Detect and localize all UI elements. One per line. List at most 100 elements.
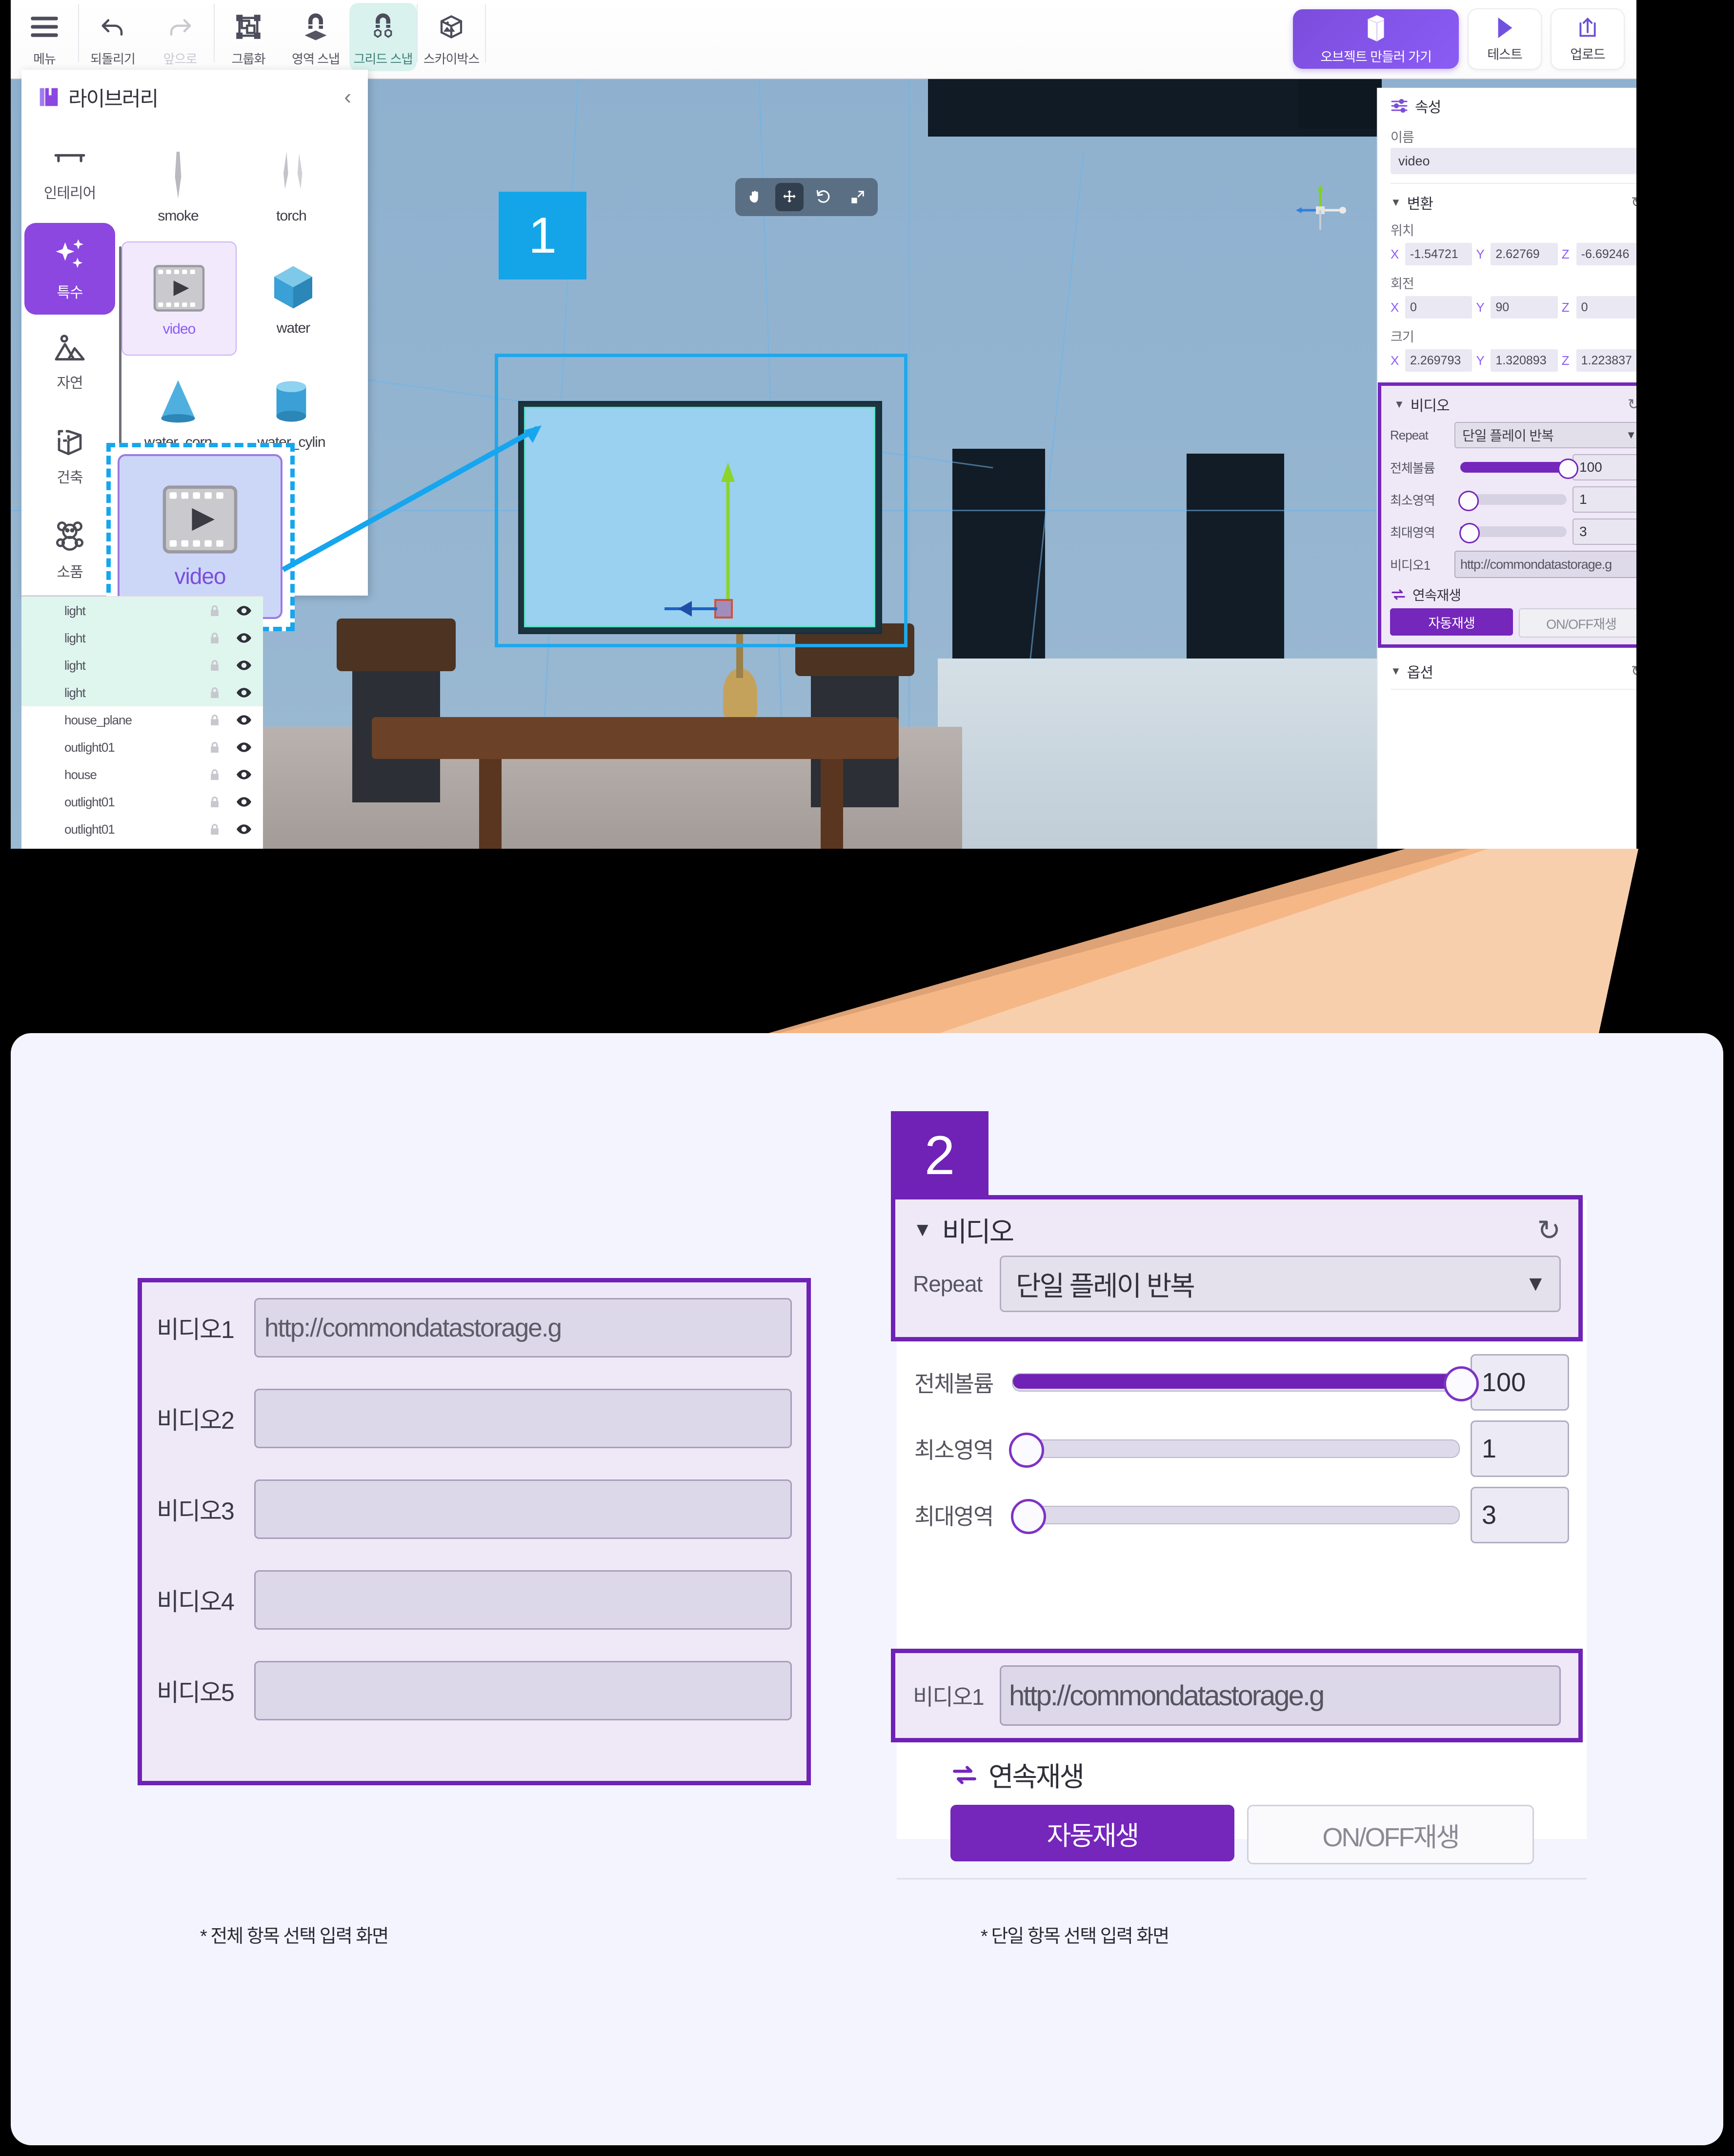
table-row[interactable]: outlight01 <box>21 788 263 816</box>
autoplay-button[interactable]: 자동재생 <box>1390 608 1513 636</box>
max-area-slider[interactable] <box>1459 523 1567 543</box>
video5-input[interactable] <box>254 1661 792 1720</box>
top-toolbar[interactable]: 메뉴 되돌리기 앞으로 그룹화 영역 스냅 그리드 스냅 스카이박스 오브젝트 … <box>11 0 1636 79</box>
layer-toggles[interactable] <box>209 604 251 617</box>
min-area-slider-knob[interactable] <box>1458 491 1479 511</box>
redo-button[interactable]: 앞으로 <box>146 3 214 71</box>
rotation-z-input[interactable]: 0 <box>1576 296 1636 319</box>
max-area-input[interactable]: 3 <box>1471 1487 1569 1543</box>
library-categories[interactable]: 인테리어 특수 자연 건축 소품 <box>21 124 119 596</box>
lock-icon[interactable] <box>209 768 220 781</box>
properties-panel[interactable]: 속성 › 이름 video ▼ 변환 ↻ 위치 X -1.54721 Y 2.627… <box>1377 88 1636 849</box>
rotation-x-input[interactable]: 0 <box>1405 296 1472 319</box>
grid-snap-button[interactable]: 그리드 스냅 <box>349 3 417 71</box>
scale-z-input[interactable]: 1.223837 <box>1576 349 1636 372</box>
eye-icon[interactable] <box>237 633 251 643</box>
table-row[interactable]: light <box>21 624 263 652</box>
min-area-input[interactable]: 1 <box>1573 486 1636 513</box>
undo-button[interactable]: 되돌리기 <box>79 3 146 71</box>
eye-icon[interactable] <box>237 797 251 807</box>
rotate-icon[interactable] <box>809 183 838 211</box>
position-y-input[interactable]: 2.62769 <box>1491 243 1558 265</box>
scale-y-input[interactable]: 1.320893 <box>1491 349 1558 372</box>
layer-toggles[interactable] <box>209 686 251 699</box>
max-area-input[interactable]: 3 <box>1573 519 1636 545</box>
sidebar-item-nature[interactable]: 자연 <box>24 317 115 408</box>
playback-buttons[interactable]: 자동재생 ON/OFF재생 <box>950 1805 1534 1864</box>
onoff-play-button[interactable]: ON/OFF재생 <box>1519 608 1636 638</box>
rotation-fields[interactable]: X0 Y 90 Z0 <box>1378 294 1636 323</box>
lock-icon[interactable] <box>209 796 220 808</box>
option-section-header[interactable]: ▼ 옵션 ↻ <box>1378 653 1636 686</box>
upload-button[interactable]: 업로드 <box>1551 8 1625 70</box>
volume-input[interactable]: 100 <box>1471 1354 1569 1411</box>
lock-icon[interactable] <box>209 604 220 617</box>
repeat-select[interactable]: 단일 플레이 반복 ▼ <box>1000 1256 1561 1312</box>
video3-input[interactable] <box>254 1479 792 1539</box>
eye-icon[interactable] <box>237 687 251 698</box>
sidebar-item-props[interactable]: 소품 <box>24 504 115 596</box>
max-area-slider-knob[interactable] <box>1459 523 1480 543</box>
layer-toggles[interactable] <box>209 659 251 672</box>
max-area-slider[interactable] <box>1011 1499 1460 1534</box>
refresh-icon[interactable]: ↻ <box>1631 663 1636 680</box>
min-area-slider[interactable] <box>1009 1433 1460 1468</box>
layer-toggles[interactable] <box>209 632 251 644</box>
table-row[interactable]: outlight01 <box>21 816 263 843</box>
table-row[interactable]: light <box>21 679 263 706</box>
sidebar-item-architecture[interactable]: 건축 <box>24 410 115 502</box>
viewport-gizmo-toolbar[interactable] <box>735 178 878 216</box>
lock-icon[interactable] <box>209 823 220 836</box>
video2-input[interactable] <box>254 1389 792 1448</box>
volume-slider[interactable] <box>1460 459 1578 479</box>
layer-toggles[interactable] <box>209 714 251 726</box>
all-items-panel[interactable]: 비디오1 http://commondatastorage.g 비디오2 비디오… <box>138 1278 811 1785</box>
area-snap-button[interactable]: 영역 스냅 <box>282 3 349 71</box>
refresh-icon[interactable]: ↻ <box>1631 194 1636 211</box>
autoplay-button[interactable]: 자동재생 <box>950 1805 1234 1861</box>
eye-icon[interactable] <box>237 605 251 616</box>
position-x-input[interactable]: -1.54721 <box>1405 243 1472 265</box>
skybox-button[interactable]: 스카이박스 <box>418 3 485 71</box>
video-section[interactable]: ▼ 비디오 ↻ Repeat 단일 플레이 반복 ▼ 전체볼륨 100 <box>1378 382 1636 648</box>
refresh-icon[interactable]: ↻ <box>1628 396 1636 413</box>
refresh-icon[interactable]: ↻ <box>1537 1214 1561 1247</box>
menu-button[interactable]: 메뉴 <box>11 3 78 71</box>
axis-orientation-widget[interactable] <box>1289 183 1352 237</box>
sidebar-item-interior[interactable]: 인테리어 <box>24 129 115 221</box>
volume-slider-knob[interactable] <box>1444 1366 1479 1401</box>
eye-icon[interactable] <box>237 742 251 753</box>
video-url-input[interactable]: http://commondatastorage.g <box>1454 551 1636 578</box>
eye-icon[interactable] <box>237 769 251 780</box>
transform-section-header[interactable]: ▼ 변환 ↻ <box>1378 184 1636 217</box>
eye-icon[interactable] <box>237 715 251 725</box>
sidebar-item-special[interactable]: 특수 <box>24 223 115 315</box>
group-button[interactable]: 그룹화 <box>215 3 282 71</box>
eye-icon[interactable] <box>237 660 251 671</box>
move-translate-icon[interactable] <box>775 183 804 211</box>
video-section-header[interactable]: ▼ 비디오 ↻ <box>895 1199 1578 1250</box>
min-area-input[interactable]: 1 <box>1471 1420 1569 1477</box>
video-section-header[interactable]: ▼ 비디오 ↻ <box>1381 386 1636 419</box>
position-fields[interactable]: X -1.54721 Y 2.62769 Z -6.69246 <box>1378 241 1636 270</box>
object-name-input[interactable]: video <box>1391 148 1636 174</box>
max-area-slider-knob[interactable] <box>1011 1499 1046 1534</box>
position-z-input[interactable]: -6.69246 <box>1576 243 1636 265</box>
onoff-play-button[interactable]: ON/OFF재생 <box>1247 1805 1534 1864</box>
library-item-torch[interactable]: torch <box>235 129 348 241</box>
layer-toggles[interactable] <box>209 796 251 808</box>
playback-buttons[interactable]: 자동재생 ON/OFF재생 <box>1381 606 1636 644</box>
video4-input[interactable] <box>254 1570 792 1630</box>
lock-icon[interactable] <box>209 686 220 699</box>
table-row[interactable]: house <box>21 761 263 788</box>
table-row[interactable]: outlight01 <box>21 734 263 761</box>
eye-icon[interactable] <box>237 824 251 835</box>
library-item-smoke[interactable]: smoke <box>121 129 235 241</box>
volume-slider[interactable] <box>1012 1366 1479 1401</box>
lock-icon[interactable] <box>209 714 220 726</box>
lock-icon[interactable] <box>209 659 220 672</box>
hand-pan-icon[interactable] <box>741 183 769 211</box>
scale-icon[interactable] <box>844 183 872 211</box>
test-button[interactable]: 테스트 <box>1468 8 1542 70</box>
min-area-slider-knob[interactable] <box>1009 1433 1044 1468</box>
